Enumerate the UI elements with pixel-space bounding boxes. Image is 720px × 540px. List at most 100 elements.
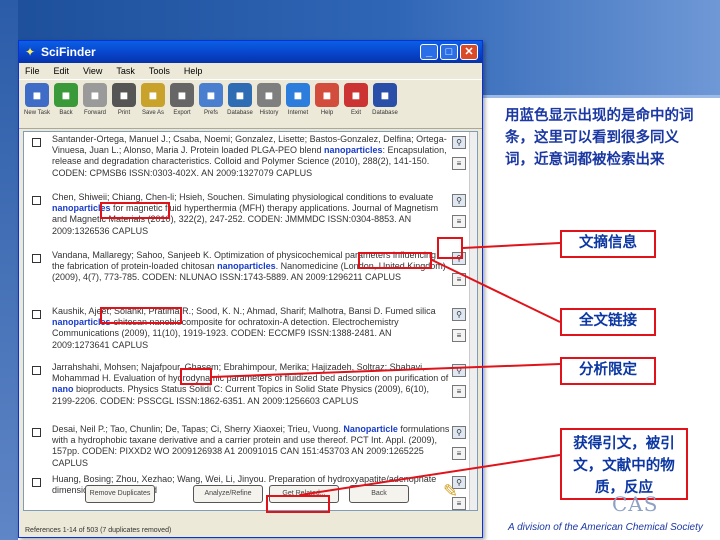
record-checkbox[interactable]	[32, 138, 41, 147]
hit-term: nano	[52, 384, 74, 395]
toolbar-button-label: Forward	[83, 110, 106, 116]
record-checkbox[interactable]	[32, 196, 41, 205]
print-icon: ■	[112, 83, 136, 107]
highlight-abstract-icon	[437, 237, 463, 259]
microscope-icon[interactable]: ⚲	[452, 136, 466, 149]
window-title: SciFinder	[41, 45, 96, 59]
document-icon[interactable]: ≡	[452, 157, 466, 170]
toolbar-button-label: Export	[173, 110, 191, 116]
record-citation: Jarrahshahi, Mohsen; Najafpour, Ghasem; …	[52, 362, 450, 407]
toolbar-button-label: Database	[372, 110, 398, 116]
history-icon: ■	[257, 83, 281, 107]
record-checkbox[interactable]	[32, 310, 41, 319]
document-icon[interactable]: ≡	[452, 385, 466, 398]
menu-bar: File Edit View Task Tools Help	[19, 63, 482, 79]
callout-related: 获得引文，被引文，文献中的物质，反应	[560, 428, 688, 500]
toolbar-button-label: Internet	[287, 110, 309, 116]
toolbar-button-label: Print	[117, 110, 131, 116]
hit-term: Nanoparticle	[343, 424, 398, 434]
toolbar-button-2[interactable]: ■ Forward	[81, 83, 109, 116]
toolbar-button-label: New Task	[24, 110, 50, 116]
menu-tools[interactable]: Tools	[149, 66, 170, 76]
record-citation: Santander-Ortega, Manuel J.; Csaba, Noem…	[52, 134, 450, 179]
toolbar-button-label: Save As	[141, 110, 164, 116]
toolbar-button-1[interactable]: ■ Back	[52, 83, 80, 116]
callout-fulltext: 全文链接	[560, 308, 656, 336]
status-bar-text: References 1-14 of 503 (7 duplicates rem…	[25, 527, 172, 534]
record-checkbox[interactable]	[32, 254, 41, 263]
menu-file[interactable]: File	[25, 66, 40, 76]
toolbar-button-label: Prefs	[203, 110, 218, 116]
menu-help[interactable]: Help	[184, 66, 203, 76]
close-button[interactable]: ✕	[460, 44, 478, 60]
back-icon: ■	[54, 83, 78, 107]
callout-analyze: 分析限定	[560, 357, 656, 385]
exit-icon: ■	[344, 83, 368, 107]
remove-duplicates-button[interactable]: Remove Duplicates	[85, 485, 155, 503]
results-scrollbar[interactable]	[469, 132, 477, 510]
toolbar-button-9[interactable]: ■ Internet	[284, 83, 312, 116]
prefs-icon: ■	[199, 83, 223, 107]
toolbar-button-label: Help	[320, 110, 334, 116]
toolbar-button-11[interactable]: ■ Exit	[342, 83, 370, 116]
toolbar-button-label: Database	[227, 110, 253, 116]
scifinder-window: ✦ SciFinder _ □ ✕ File Edit View Task To…	[18, 40, 483, 538]
export-icon: ■	[170, 83, 194, 107]
document-icon[interactable]: ≡	[452, 329, 466, 342]
toolbar-button-10[interactable]: ■ Help	[313, 83, 341, 116]
analyze-refine-button[interactable]: Analyze/Refine	[193, 485, 263, 503]
record-checkbox[interactable]	[32, 478, 41, 487]
toolbar-button-7[interactable]: ■ Database	[226, 83, 254, 116]
highlight-get-related	[266, 495, 330, 513]
hit-term: nanoparticles	[217, 261, 276, 272]
toolbar: ■ New Task ■ Back ■ Forward ■ Print ■ Save As ■ Exp…	[19, 79, 482, 129]
assistant-icon[interactable]: ✎	[443, 481, 458, 502]
record-citation: Desai, Neil P.; Tao, Chunlin; De, Tapas;…	[52, 424, 450, 469]
forward-icon: ■	[83, 83, 107, 107]
toolbar-button-6[interactable]: ■ Prefs	[197, 83, 225, 116]
slide-left-band	[0, 0, 18, 540]
acs-division-text: A division of the American Chemical Soci…	[508, 522, 703, 533]
microscope-icon[interactable]: ⚲	[452, 194, 466, 207]
intro-annotation: 用蓝色显示出现的是命中的词条，这里可以看到很多同义词，近意词都被检索出来	[505, 108, 694, 168]
microscope-icon[interactable]: ⚲	[452, 308, 466, 321]
highlight-nanoparticles-record4	[100, 307, 182, 324]
help-icon: ■	[315, 83, 339, 107]
scifinder-logo-icon: ✦	[24, 45, 36, 59]
maximize-button[interactable]: □	[440, 44, 458, 60]
record-checkbox[interactable]	[32, 428, 41, 437]
database-stack-icon: ■	[373, 83, 397, 107]
toolbar-button-5[interactable]: ■ Export	[168, 83, 196, 116]
toolbar-button-3[interactable]: ■ Print	[110, 83, 138, 116]
document-icon[interactable]: ≡	[452, 215, 466, 228]
toolbar-button-4[interactable]: ■ Save As	[139, 83, 167, 116]
callout-abstract: 文摘信息	[560, 230, 656, 258]
highlight-nanoparticles-record2	[100, 202, 170, 219]
window-titlebar[interactable]: ✦ SciFinder _ □ ✕	[19, 41, 482, 63]
toolbar-button-0[interactable]: ■ New Task	[23, 83, 51, 116]
microscope-icon[interactable]: ⚲	[452, 426, 466, 439]
toolbar-button-label: Back	[59, 110, 73, 116]
back-button[interactable]: Back	[349, 485, 409, 503]
citation-text: bioproducts. Physics Status Solidi C: Cu…	[52, 384, 429, 406]
toolbar-button-label: History	[259, 110, 279, 116]
microscope-icon[interactable]: ⚲	[452, 364, 466, 377]
document-icon[interactable]: ≡	[452, 447, 466, 460]
menu-edit[interactable]: Edit	[54, 66, 70, 76]
citation-text: Jarrahshahi, Mohsen; Najafpour, Ghasem; …	[52, 362, 449, 384]
highlight-nanoparticles-record3	[358, 252, 432, 269]
citation-text: Chen, Shiweii; Chiang, Chen-li; Hsieh, S…	[52, 192, 434, 202]
record-checkbox[interactable]	[32, 366, 41, 375]
save-as-icon: ■	[141, 83, 165, 107]
internet-icon: ■	[286, 83, 310, 107]
toolbar-button-8[interactable]: ■ History	[255, 83, 283, 116]
toolbar-button-label: Exit	[350, 110, 361, 116]
document-icon[interactable]: ≡	[452, 273, 466, 286]
database-icon: ■	[228, 83, 252, 107]
toolbar-button-12[interactable]: ■ Database	[371, 83, 399, 116]
cas-logo: CAS	[612, 492, 659, 516]
menu-view[interactable]: View	[83, 66, 102, 76]
menu-task[interactable]: Task	[116, 66, 135, 76]
new-task-icon: ■	[25, 83, 49, 107]
minimize-button[interactable]: _	[420, 44, 438, 60]
